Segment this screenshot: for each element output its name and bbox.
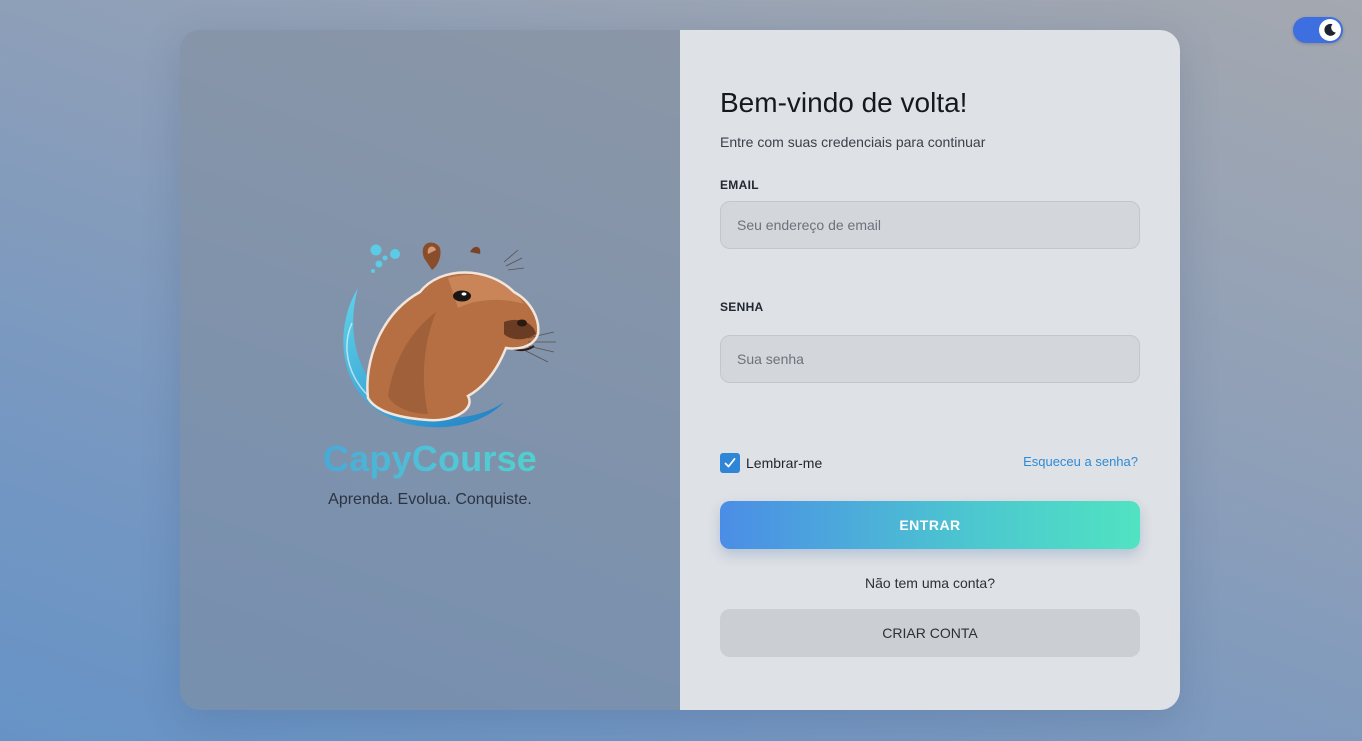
remember-me-checkbox[interactable]: Lembrar-me bbox=[720, 453, 822, 473]
password-label: SENHA bbox=[720, 300, 764, 314]
check-icon bbox=[724, 458, 736, 468]
page-title: Bem-vindo de volta! bbox=[720, 87, 968, 118]
login-form-panel: Bem-vindo de volta! Entre com suas crede… bbox=[680, 30, 1180, 710]
brand-tagline: Aprenda. Evolua. Conquiste. bbox=[328, 491, 532, 508]
email-label: EMAIL bbox=[720, 178, 759, 192]
capybara-logo-icon bbox=[343, 242, 556, 428]
password-field[interactable] bbox=[720, 335, 1140, 383]
toggle-knob bbox=[1319, 19, 1341, 41]
no-account-text: Não tem uma conta? bbox=[865, 575, 995, 591]
login-card: CapyCourse Aprenda. Evolua. Conquiste. B… bbox=[180, 30, 1180, 710]
checkbox-checked[interactable] bbox=[720, 453, 740, 473]
brand-name: CapyCourse bbox=[180, 438, 680, 480]
create-account-button[interactable]: CRIAR CONTA bbox=[720, 609, 1140, 657]
moon-icon bbox=[1324, 23, 1336, 36]
theme-toggle[interactable] bbox=[1293, 17, 1343, 43]
brand-panel: CapyCourse Aprenda. Evolua. Conquiste. bbox=[180, 30, 680, 710]
email-field[interactable] bbox=[720, 201, 1140, 249]
login-button[interactable]: ENTRAR bbox=[720, 501, 1140, 549]
forgot-password-link[interactable]: Esqueceu a senha? bbox=[1023, 454, 1138, 469]
remember-me-label: Lembrar-me bbox=[746, 455, 823, 471]
page-subtitle: Entre com suas credenciais para continua… bbox=[720, 134, 986, 150]
